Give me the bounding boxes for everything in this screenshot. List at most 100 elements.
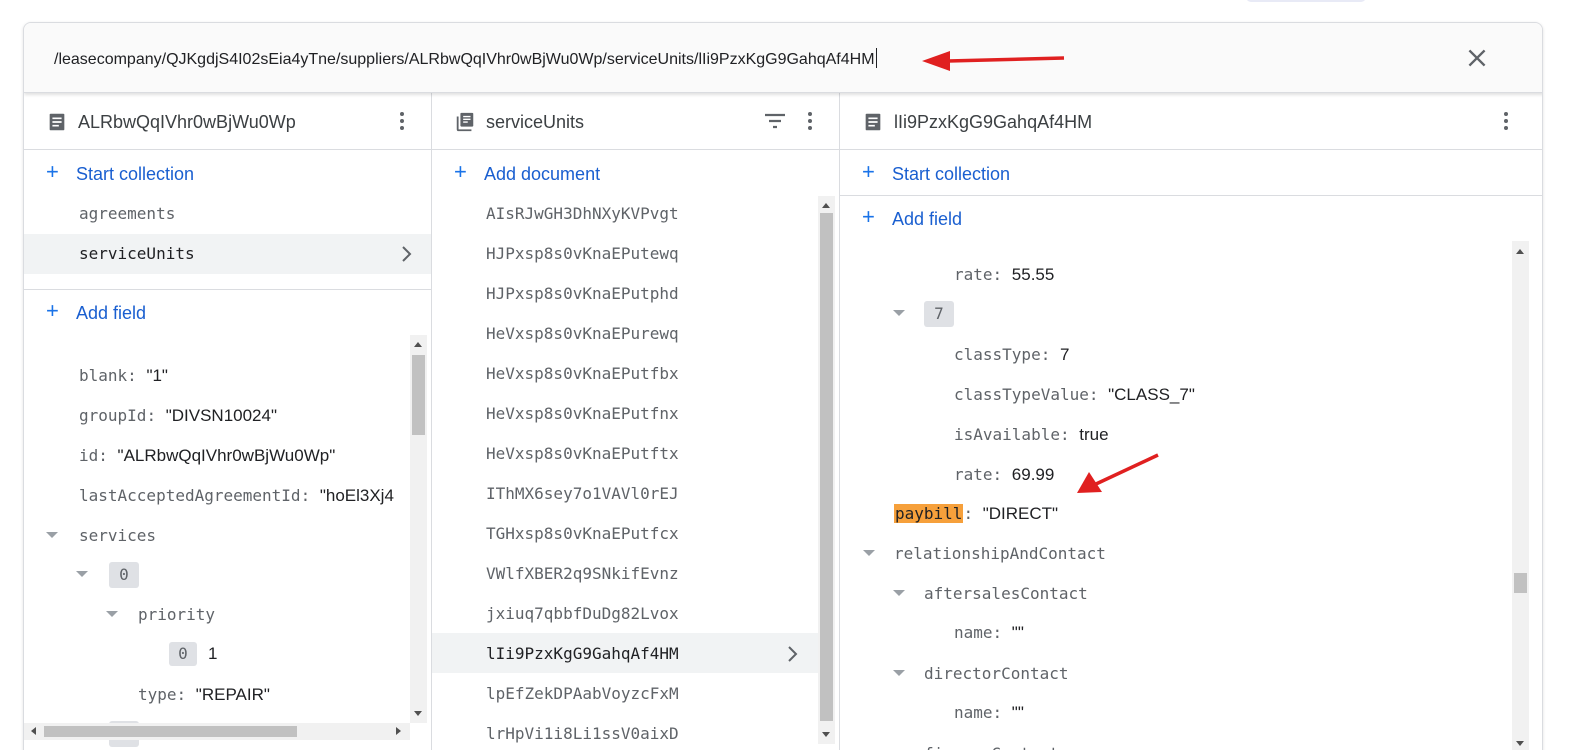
text-caret — [875, 48, 877, 68]
expand-triangle-icon[interactable] — [893, 670, 905, 676]
field-rate[interactable]: rate: 55.55 — [954, 264, 1054, 287]
document-column: lIi9PzxKgG9GahqAf4HM + Start collection … — [840, 93, 1542, 750]
document-item[interactable]: IThMX6sey7o1VAVl0rEJ — [486, 474, 679, 514]
array-index-badge[interactable]: 7 — [924, 301, 954, 327]
top-tab-hint — [1246, 0, 1366, 2]
add-field-button[interactable]: + Add field — [24, 290, 431, 334]
column-title: lIi9PzxKgG9GahqAf4HM — [894, 112, 1093, 132]
collection-column: serviceUnits + Add document AIsRJwGH3DhN… — [432, 93, 840, 750]
field-paybill[interactable]: paybill: "DIRECT" — [894, 503, 1058, 526]
plus-icon: + — [46, 298, 59, 323]
path-bar[interactable]: /leasecompany/QJKgdjS4I02sEia4yTne/suppl… — [24, 23, 1542, 93]
chevron-right-icon[interactable] — [400, 245, 414, 263]
close-icon[interactable] — [1464, 45, 1490, 71]
path-input[interactable]: /leasecompany/QJKgdjS4I02sEia4yTne/suppl… — [54, 48, 877, 69]
field-isavailable[interactable]: isAvailable: true — [954, 424, 1109, 447]
expand-triangle-icon[interactable] — [76, 571, 88, 577]
document-item[interactable]: jxiuq7qbbfDuDg82Lvox — [486, 594, 679, 634]
document-column-parent: ALRbwQqIVhr0wBjWu0Wp + Start collection … — [24, 93, 432, 750]
expand-triangle-icon[interactable] — [46, 532, 58, 538]
document-item[interactable]: VWlfXBER2q9SNkifEvnz — [486, 554, 679, 594]
more-vert-icon[interactable] — [390, 109, 414, 133]
field-groupid[interactable]: groupId: "DIVSN10024" — [79, 405, 277, 428]
document-item-selected[interactable]: lIi9PzxKgG9GahqAf4HM — [486, 634, 679, 674]
field-value: 69.99 — [1011, 465, 1055, 484]
field-type[interactable]: type: "REPAIR" — [138, 684, 270, 707]
field-key: id — [79, 446, 99, 465]
field-key: relationshipAndContact — [894, 544, 1106, 563]
document-icon — [865, 113, 881, 131]
field-classtypevalue[interactable]: classTypeValue: "CLASS_7" — [954, 384, 1195, 407]
scroll-left-arrow[interactable] — [31, 727, 36, 735]
document-item[interactable]: HeVxsp8s0vKnaEPutftx — [486, 434, 679, 474]
field-relationshipandcontact[interactable]: relationshipAndContact — [894, 543, 1106, 566]
field-aftersalescontact[interactable]: aftersalesContact — [924, 583, 1088, 606]
vertical-scrollbar[interactable] — [410, 335, 427, 723]
start-collection-label: Start collection — [76, 164, 195, 184]
scrollbar-thumb[interactable] — [412, 355, 425, 435]
document-item[interactable]: HeVxsp8s0vKnaEPutfnx — [486, 394, 679, 434]
document-item[interactable]: AIsRJwGH3DhNXyKVPvgt — [486, 194, 679, 234]
start-collection-button[interactable]: + Start collection — [840, 151, 1542, 195]
array-index-badge[interactable]: 0 — [109, 562, 139, 588]
scrollbar-thumb[interactable] — [820, 213, 833, 721]
scroll-down-arrow[interactable] — [414, 711, 422, 716]
field-key: classTypeValue — [954, 385, 1089, 404]
more-vert-icon[interactable] — [1494, 109, 1518, 133]
field-classtype[interactable]: classType: 7 — [954, 344, 1069, 367]
field-value: "DIVSN10024" — [165, 406, 277, 425]
subcollection-item-agreements[interactable]: agreements — [79, 194, 175, 234]
field-blank[interactable]: blank: "1" — [79, 365, 168, 388]
expand-triangle-icon[interactable] — [863, 550, 875, 556]
field-key: rate — [954, 465, 993, 484]
add-document-button[interactable]: + Add document — [432, 151, 839, 195]
scroll-down-arrow[interactable] — [1516, 741, 1524, 746]
scrollbar-thumb[interactable] — [1514, 573, 1527, 593]
vertical-scrollbar[interactable] — [818, 196, 835, 744]
field-directorcontact[interactable]: directorContact — [924, 663, 1069, 686]
scroll-right-arrow[interactable] — [396, 727, 401, 735]
horizontal-scrollbar[interactable] — [24, 723, 410, 740]
scroll-up-arrow[interactable] — [822, 203, 830, 208]
field-value: "" — [1011, 703, 1024, 722]
scrollbar-thumb[interactable] — [44, 726, 297, 737]
filter-icon[interactable] — [762, 109, 788, 133]
field-name[interactable]: name: "" — [954, 702, 1024, 725]
expand-triangle-icon[interactable] — [893, 310, 905, 316]
scroll-down-arrow[interactable] — [822, 732, 830, 737]
field-financecontact[interactable]: financeContact — [924, 743, 1059, 750]
add-field-button[interactable]: + Add field — [840, 196, 1542, 240]
plus-icon: + — [862, 204, 875, 229]
chevron-right-icon[interactable] — [786, 645, 800, 663]
field-priority[interactable]: priority — [138, 604, 215, 627]
field-lastacceptedagreementid[interactable]: lastAcceptedAgreementId: "hoEl3Xj4 — [79, 485, 409, 508]
document-item[interactable]: TGHxsp8s0vKnaEPutfcx — [486, 514, 679, 554]
collection-icon — [456, 112, 474, 132]
document-item[interactable]: lpEfZekDPAabVoyzcFxM — [486, 674, 679, 714]
path-text: /leasecompany/QJKgdjS4I02sEia4yTne/suppl… — [54, 51, 875, 68]
expand-triangle-icon[interactable] — [106, 611, 118, 617]
document-item[interactable]: HJPxsp8s0vKnaEPutphd — [486, 274, 679, 314]
document-item[interactable]: HJPxsp8s0vKnaEPutewq — [486, 234, 679, 274]
field-rate[interactable]: rate: 69.99 — [954, 464, 1054, 487]
document-item[interactable]: HeVxsp8s0vKnaEPutfbx — [486, 354, 679, 394]
start-collection-button[interactable]: + Start collection — [24, 151, 431, 195]
document-item[interactable]: HeVxsp8s0vKnaEPurewq — [486, 314, 679, 354]
field-id[interactable]: id: "ALRbwQqIVhr0wBjWu0Wp" — [79, 445, 335, 468]
vertical-scrollbar[interactable] — [1512, 241, 1529, 750]
field-key: name — [954, 623, 993, 642]
field-value: 7 — [1059, 345, 1070, 364]
scroll-up-arrow[interactable] — [414, 342, 422, 347]
document-item[interactable]: lrHpVi1i8Li1ssV0aixD — [486, 714, 679, 750]
scroll-up-arrow[interactable] — [1516, 249, 1524, 254]
document-icon — [49, 113, 65, 131]
field-name[interactable]: name: "" — [954, 622, 1024, 645]
expand-triangle-icon[interactable] — [893, 590, 905, 596]
priority-value[interactable]: 1 — [208, 643, 217, 666]
add-document-label: Add document — [484, 164, 601, 184]
field-key: rate — [954, 265, 993, 284]
field-services[interactable]: services — [79, 525, 156, 548]
array-index-badge: 0 — [169, 642, 197, 666]
more-vert-icon[interactable] — [798, 109, 822, 133]
field-key: name — [954, 703, 993, 722]
